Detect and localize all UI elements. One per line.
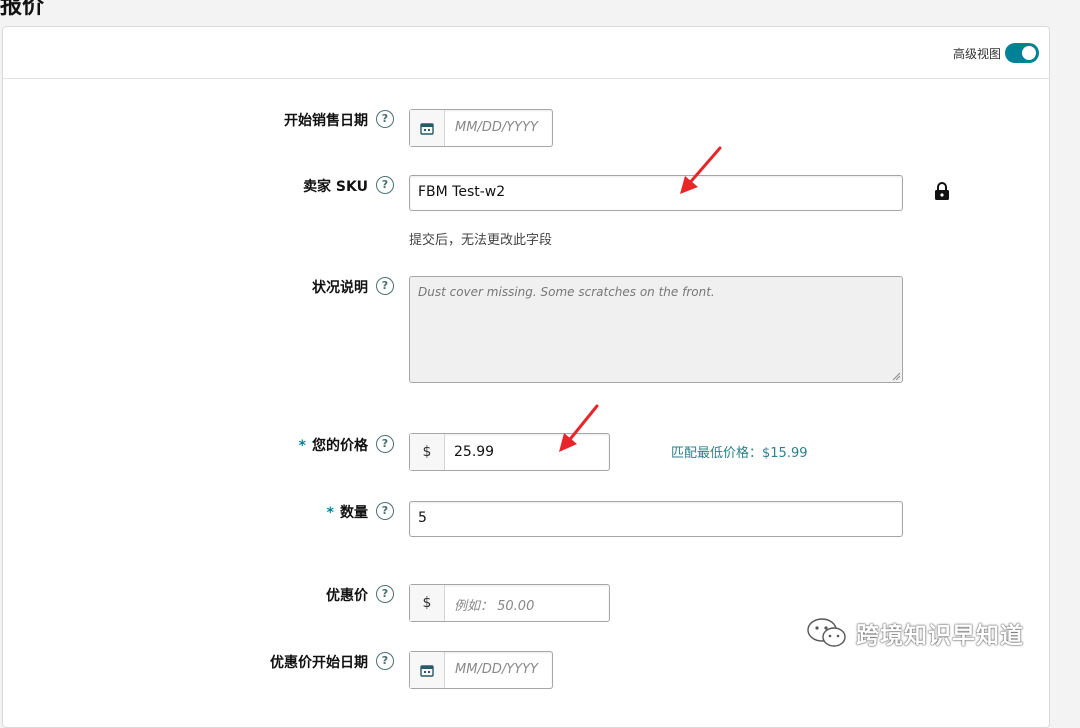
calendar-icon <box>420 665 434 677</box>
required-mark: * <box>298 438 306 454</box>
match-lowest-price-link[interactable]: 匹配最低价格：$15.99 <box>671 442 808 461</box>
help-icon[interactable]: ? <box>376 585 394 603</box>
start-date-label: 开始销售日期 <box>284 113 368 129</box>
sale-price-label: 优惠价 <box>326 588 368 604</box>
sale-start-date-field[interactable]: MM/DD/YYYY <box>409 651 553 689</box>
condition-note-placeholder: Dust cover missing. Some scratches on th… <box>418 285 715 299</box>
condition-note-textarea[interactable]: Dust cover missing. Some scratches on th… <box>409 276 903 383</box>
quantity-input[interactable]: 5 <box>409 501 903 537</box>
your-price-label-text: 您的价格 <box>312 438 368 454</box>
required-mark: * <box>326 505 334 521</box>
your-price-label: * 您的价格 <box>68 435 368 455</box>
quantity-label-text: 数量 <box>340 505 368 521</box>
help-icon[interactable]: ? <box>376 502 394 520</box>
watermark-text: 跨境知识早知道 <box>856 623 1024 649</box>
advanced-view-label: 高级视图 <box>952 47 1001 61</box>
currency-prefix: $ <box>410 585 445 621</box>
sale-price-placeholder: 例如： 50.00 <box>454 599 535 614</box>
quantity-label: * 数量 <box>68 502 368 522</box>
help-icon[interactable]: ? <box>376 110 394 128</box>
watermark: 跨境知识早知道 <box>806 615 1024 651</box>
seller-sku-hint: 提交后，无法更改此字段 <box>409 233 553 248</box>
condition-note-label: 状况说明 <box>312 280 368 296</box>
seller-sku-value: FBM Test-w2 <box>418 184 506 200</box>
calendar-icon <box>420 123 434 135</box>
toggle-knob <box>1022 46 1036 60</box>
quantity-value: 5 <box>418 510 427 526</box>
help-icon[interactable]: ? <box>376 435 394 453</box>
help-icon[interactable]: ? <box>376 176 394 194</box>
panel-header: 高级视图 <box>3 27 1049 79</box>
seller-sku-label: 卖家 SKU <box>303 179 368 195</box>
start-date-placeholder: MM/DD/YYYY <box>455 120 538 135</box>
help-icon[interactable]: ? <box>376 652 394 670</box>
advanced-view-toggle[interactable] <box>1005 43 1039 63</box>
sale-start-date-placeholder: MM/DD/YYYY <box>455 662 538 677</box>
wechat-icon <box>807 618 846 647</box>
red-arrow-annotation <box>559 404 599 452</box>
start-date-field[interactable]: MM/DD/YYYY <box>409 109 553 147</box>
calendar-button[interactable] <box>410 652 445 688</box>
red-arrow-annotation <box>680 146 722 194</box>
resize-grip-icon[interactable] <box>892 372 900 380</box>
sale-price-input[interactable]: $ 例如： 50.00 <box>409 584 610 622</box>
help-icon[interactable]: ? <box>376 277 394 295</box>
currency-prefix: $ <box>410 434 445 470</box>
lock-icon <box>935 182 949 200</box>
section-title-partial: 报价 <box>0 0 45 19</box>
seller-sku-input[interactable]: FBM Test-w2 <box>409 175 903 211</box>
sale-start-date-label: 优惠价开始日期 <box>270 655 368 671</box>
your-price-value: 25.99 <box>454 444 495 460</box>
calendar-button[interactable] <box>410 110 445 146</box>
